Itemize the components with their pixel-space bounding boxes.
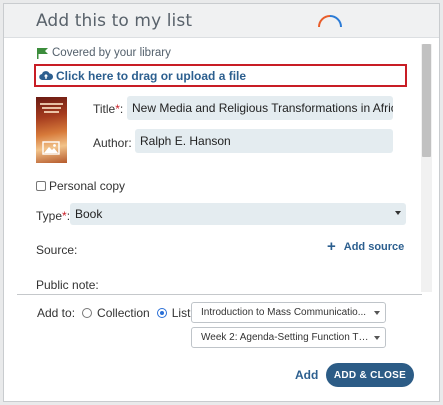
list-radio[interactable]: [156, 308, 167, 318]
type-select-value: Book: [75, 207, 103, 221]
chevron-down-icon: [374, 336, 380, 340]
list-select[interactable]: Introduction to Mass Communicatio...: [191, 302, 386, 323]
collection-label: Collection: [97, 306, 150, 320]
covered-status: Covered by your library: [37, 47, 171, 59]
covered-text: Covered by your library: [52, 47, 171, 59]
type-label: Type*:: [36, 209, 71, 223]
collection-radio[interactable]: [82, 308, 93, 318]
personal-copy-option[interactable]: Personal copy: [36, 179, 125, 193]
flag-icon: [37, 47, 48, 59]
title-label: Title*:: [93, 102, 124, 116]
loading-arc-icon: [318, 15, 342, 28]
footer-divider: [17, 294, 422, 295]
public-note-label: Public note:: [36, 278, 99, 292]
form-scrollbar[interactable]: [421, 44, 432, 292]
add-source-label: Add source: [343, 241, 405, 253]
upload-file-dropzone[interactable]: Click here to drag or upload a file: [34, 64, 407, 87]
title-field[interactable]: New Media and Religious Transformations …: [127, 96, 393, 120]
dialog-title: Add this to my list: [36, 11, 193, 31]
add-to-list-dialog: Add this to my list Covered by your libr…: [3, 3, 440, 402]
personal-copy-label: Personal copy: [49, 179, 126, 193]
book-cover-thumbnail: [36, 97, 67, 163]
type-select[interactable]: Book: [70, 203, 406, 225]
list-label: List: [171, 306, 191, 320]
add-and-close-button[interactable]: ADD & CLOSE: [326, 363, 414, 387]
section-select[interactable]: Week 2: Agenda-Setting Function Th...: [191, 327, 386, 348]
plus-icon: +: [327, 238, 336, 255]
chevron-down-icon: [374, 311, 380, 315]
author-label: Author:: [93, 136, 132, 150]
form-scroll-area[interactable]: Covered by your library Click here to dr…: [17, 40, 422, 293]
upload-link[interactable]: Click here to drag or upload a file: [56, 69, 246, 83]
section-select-value: Week 2: Agenda-Setting Function Th...: [201, 332, 371, 343]
list-select-value: Introduction to Mass Communicatio...: [201, 307, 367, 318]
source-label: Source:: [36, 243, 78, 257]
add-source-button[interactable]: + Add source: [327, 238, 405, 255]
add-to-options: Add to: Collection List: [37, 306, 190, 320]
dialog-header: Add this to my list: [4, 4, 439, 38]
add-to-label: Add to:: [37, 306, 76, 320]
scrollbar-thumb[interactable]: [422, 44, 431, 157]
image-icon: [42, 141, 60, 155]
author-field[interactable]: Ralph E. Hanson: [135, 129, 393, 153]
personal-copy-checkbox[interactable]: [36, 181, 46, 191]
chevron-down-icon: [395, 211, 401, 215]
cloud-upload-icon: [39, 71, 53, 81]
add-button[interactable]: Add: [295, 368, 318, 382]
